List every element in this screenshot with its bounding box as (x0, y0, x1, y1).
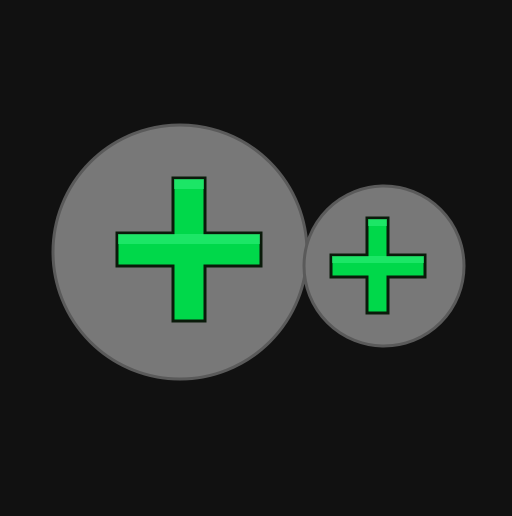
app-icon (0, 0, 512, 512)
double-plus-icon (0, 0, 512, 512)
